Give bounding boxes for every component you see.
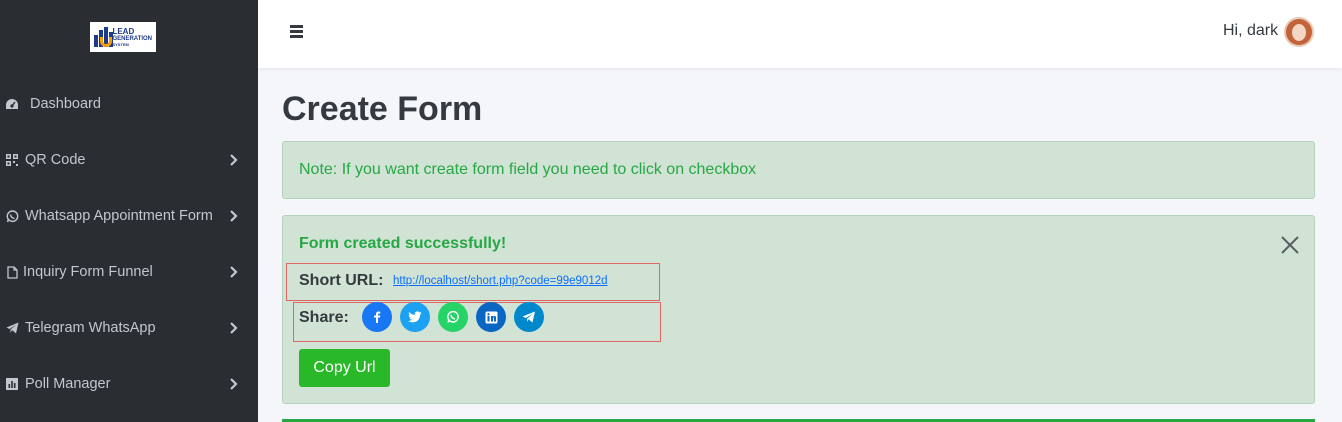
info-alert-text: Note: If you want create form field you … — [299, 161, 757, 178]
sidebar-item-label: Poll Manager — [25, 376, 111, 392]
info-alert: Note: If you want create form field you … — [282, 141, 1315, 199]
sidebar-item-telegram-whatsapp[interactable]: Telegram WhatsApp — [0, 308, 258, 348]
page-title: Create Form — [282, 90, 483, 128]
whatsapp-icon — [5, 209, 19, 223]
user-greeting[interactable]: Hi, dark — [1223, 22, 1278, 40]
linkedin-icon — [485, 311, 497, 323]
sidebar-item-label: Whatsapp Appointment Form — [25, 208, 213, 224]
close-icon[interactable] — [1279, 234, 1301, 256]
sidebar-item-inquiry-form-funnel[interactable]: Inquiry Form Funnel — [0, 252, 258, 292]
share-facebook-button[interactable] — [362, 302, 392, 332]
chevron-right-icon — [230, 266, 238, 278]
logo-text: LEAD GENERATION SYSTEM — [112, 26, 152, 47]
facebook-icon — [374, 311, 381, 323]
success-alert: Form created successfully! Short URL: ht… — [282, 215, 1315, 404]
sidebar-item-label: Inquiry Form Funnel — [23, 264, 153, 280]
telegram-icon — [522, 311, 535, 323]
hamburger-icon[interactable] — [290, 25, 304, 39]
sidebar-item-dashboard[interactable]: Dashboard — [0, 84, 258, 124]
dashboard-icon — [5, 97, 19, 111]
sidebar-item-poll-manager[interactable]: Poll Manager — [0, 364, 258, 404]
success-alert-title: Form created successfully! — [299, 235, 507, 252]
sidebar-item-qr-code[interactable]: QR Code — [0, 140, 258, 180]
chevron-right-icon — [230, 378, 238, 390]
top-navbar: Hi, dark — [258, 0, 1342, 68]
sidebar-item-label: QR Code — [25, 152, 86, 168]
chevron-right-icon — [230, 210, 238, 222]
whatsapp-icon — [447, 310, 459, 323]
copy-url-button[interactable]: Copy Url — [299, 349, 390, 387]
logo-mark-icon — [94, 25, 113, 49]
twitter-icon — [408, 311, 422, 323]
share-whatsapp-button[interactable] — [438, 302, 468, 332]
sidebar-item-whatsapp-appointment-form[interactable]: Whatsapp Appointment Form — [0, 196, 258, 236]
file-icon — [5, 265, 19, 279]
chevron-right-icon — [230, 154, 238, 166]
short-url-label: Short URL: — [299, 272, 384, 289]
short-url-link[interactable]: http://localhost/short.php?code=99e9012d — [393, 275, 608, 287]
qr-code-icon — [5, 153, 19, 167]
chevron-right-icon — [230, 322, 238, 334]
share-telegram-button[interactable] — [514, 302, 544, 332]
sidebar-item-label: Telegram WhatsApp — [25, 320, 156, 336]
share-twitter-button[interactable] — [400, 302, 430, 332]
share-linkedin-button[interactable] — [476, 302, 506, 332]
sidebar: LEAD GENERATION SYSTEM Dashboard QR Code… — [0, 0, 258, 422]
share-label: Share: — [299, 309, 349, 326]
chart-icon — [5, 377, 19, 391]
brand-logo[interactable]: LEAD GENERATION SYSTEM — [90, 22, 156, 52]
user-avatar[interactable] — [1284, 17, 1314, 47]
sidebar-item-label: Dashboard — [30, 96, 101, 112]
telegram-icon — [5, 321, 19, 335]
